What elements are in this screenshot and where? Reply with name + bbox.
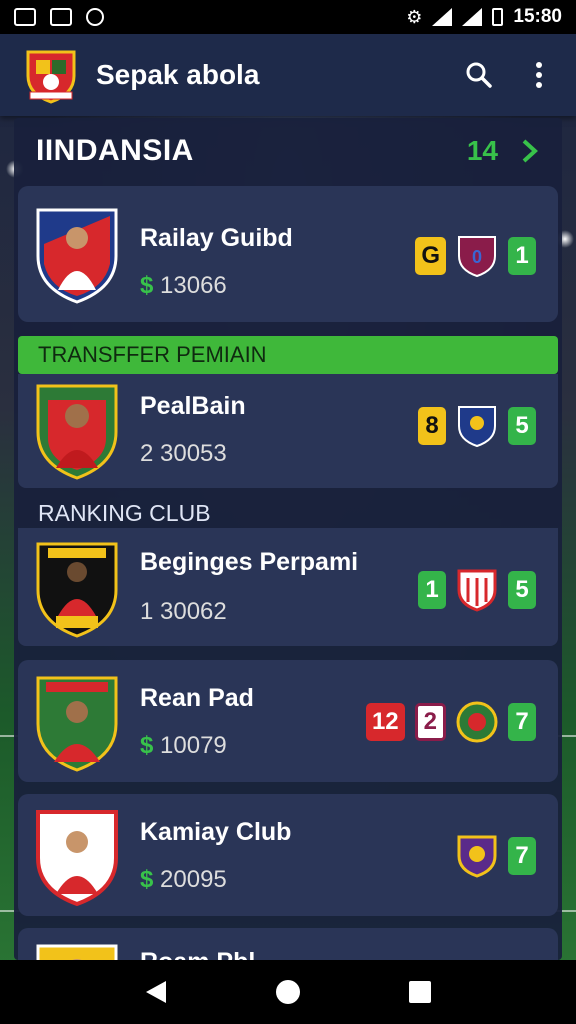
club-name: Kamiay Club [140, 818, 292, 846]
more-vert-icon[interactable] [524, 60, 554, 90]
transfer-banner[interactable]: TRANSFFER PEMIAIN [18, 336, 558, 374]
club-badge-icon: 0 [458, 236, 496, 278]
alarm-icon: ⚙ [406, 6, 423, 27]
battery-icon [492, 8, 504, 26]
stat-badge: 8 [418, 407, 446, 445]
club-name: PealBain [140, 392, 246, 420]
stat-badge: 7 [508, 703, 536, 741]
club-name: Railay Guibd [140, 224, 293, 252]
stat-badge: 2 [414, 703, 446, 741]
wifi-signal-icon [432, 8, 453, 26]
back-icon[interactable] [138, 974, 174, 1010]
club-card[interactable]: PealBain 2 30053 8 5 [18, 374, 558, 488]
ranking-label: RANKING CLUB [38, 500, 211, 526]
player-crest-icon [36, 542, 118, 638]
club-name: Rean Pad [140, 684, 254, 712]
stat-badge: 1 [418, 571, 446, 609]
player-crest-icon [36, 944, 118, 960]
club-badge-icon [457, 569, 497, 612]
section-title: IINDANSIA [36, 134, 194, 167]
club-value: $ 20095 [140, 866, 227, 893]
club-value: $ 13066 [140, 272, 227, 299]
system-nav-bar [0, 960, 576, 1024]
section-count: 14 [466, 135, 498, 166]
recents-icon[interactable] [402, 974, 438, 1010]
club-card[interactable]: Beginges Perpami 1 30062 1 5 [18, 528, 558, 646]
chevron-right-icon[interactable] [520, 137, 540, 165]
stat-badge: 5 [508, 571, 536, 609]
club-list-panel: IINDANSIA 14 Railay Guibd $ 13066 G 0 1 … [14, 118, 562, 960]
player-crest-icon [36, 208, 118, 304]
club-badge-icon [458, 406, 496, 448]
stat-badge: G [415, 237, 446, 275]
stat-badge: 1 [508, 237, 536, 275]
cell-signal-icon [462, 8, 483, 26]
player-crest-icon [36, 384, 118, 480]
app-bar: Sepak abola [0, 34, 576, 116]
club-value: 1 30062 [140, 598, 227, 625]
club-name: Beginges Perpami [140, 548, 359, 576]
club-card[interactable]: Rean Pad $ 10079 12 2 7 [18, 660, 558, 782]
club-name: Roam Pbl [140, 948, 255, 960]
club-card[interactable]: Roam Pbl [18, 928, 558, 960]
status-bar: ⚙ 15:80 [0, 0, 576, 34]
status-time: 15:80 [513, 6, 562, 27]
home-icon[interactable] [270, 974, 306, 1010]
club-logo-icon [26, 50, 76, 104]
app-notification-icon [86, 8, 104, 26]
player-crest-icon [36, 810, 118, 906]
club-value: 2 30053 [140, 440, 227, 467]
club-card[interactable]: Railay Guibd $ 13066 G 0 1 [18, 186, 558, 322]
app-title: Sepak abola [96, 59, 260, 90]
stat-badge: 7 [508, 837, 536, 875]
club-badge-icon [456, 701, 498, 743]
section-header[interactable]: IINDANSIA 14 [14, 118, 562, 184]
player-crest-icon [36, 676, 118, 772]
gallery-notification-icon [14, 8, 36, 26]
club-badge-icon [457, 835, 497, 878]
svg-text:0: 0 [472, 247, 482, 267]
stat-badge: 12 [365, 703, 405, 741]
message-notification-icon [50, 8, 72, 26]
club-card[interactable]: Kamiay Club $ 20095 7 [18, 794, 558, 916]
club-value: $ 10079 [140, 732, 227, 759]
search-icon[interactable] [464, 60, 494, 90]
stat-badge: 5 [508, 407, 536, 445]
